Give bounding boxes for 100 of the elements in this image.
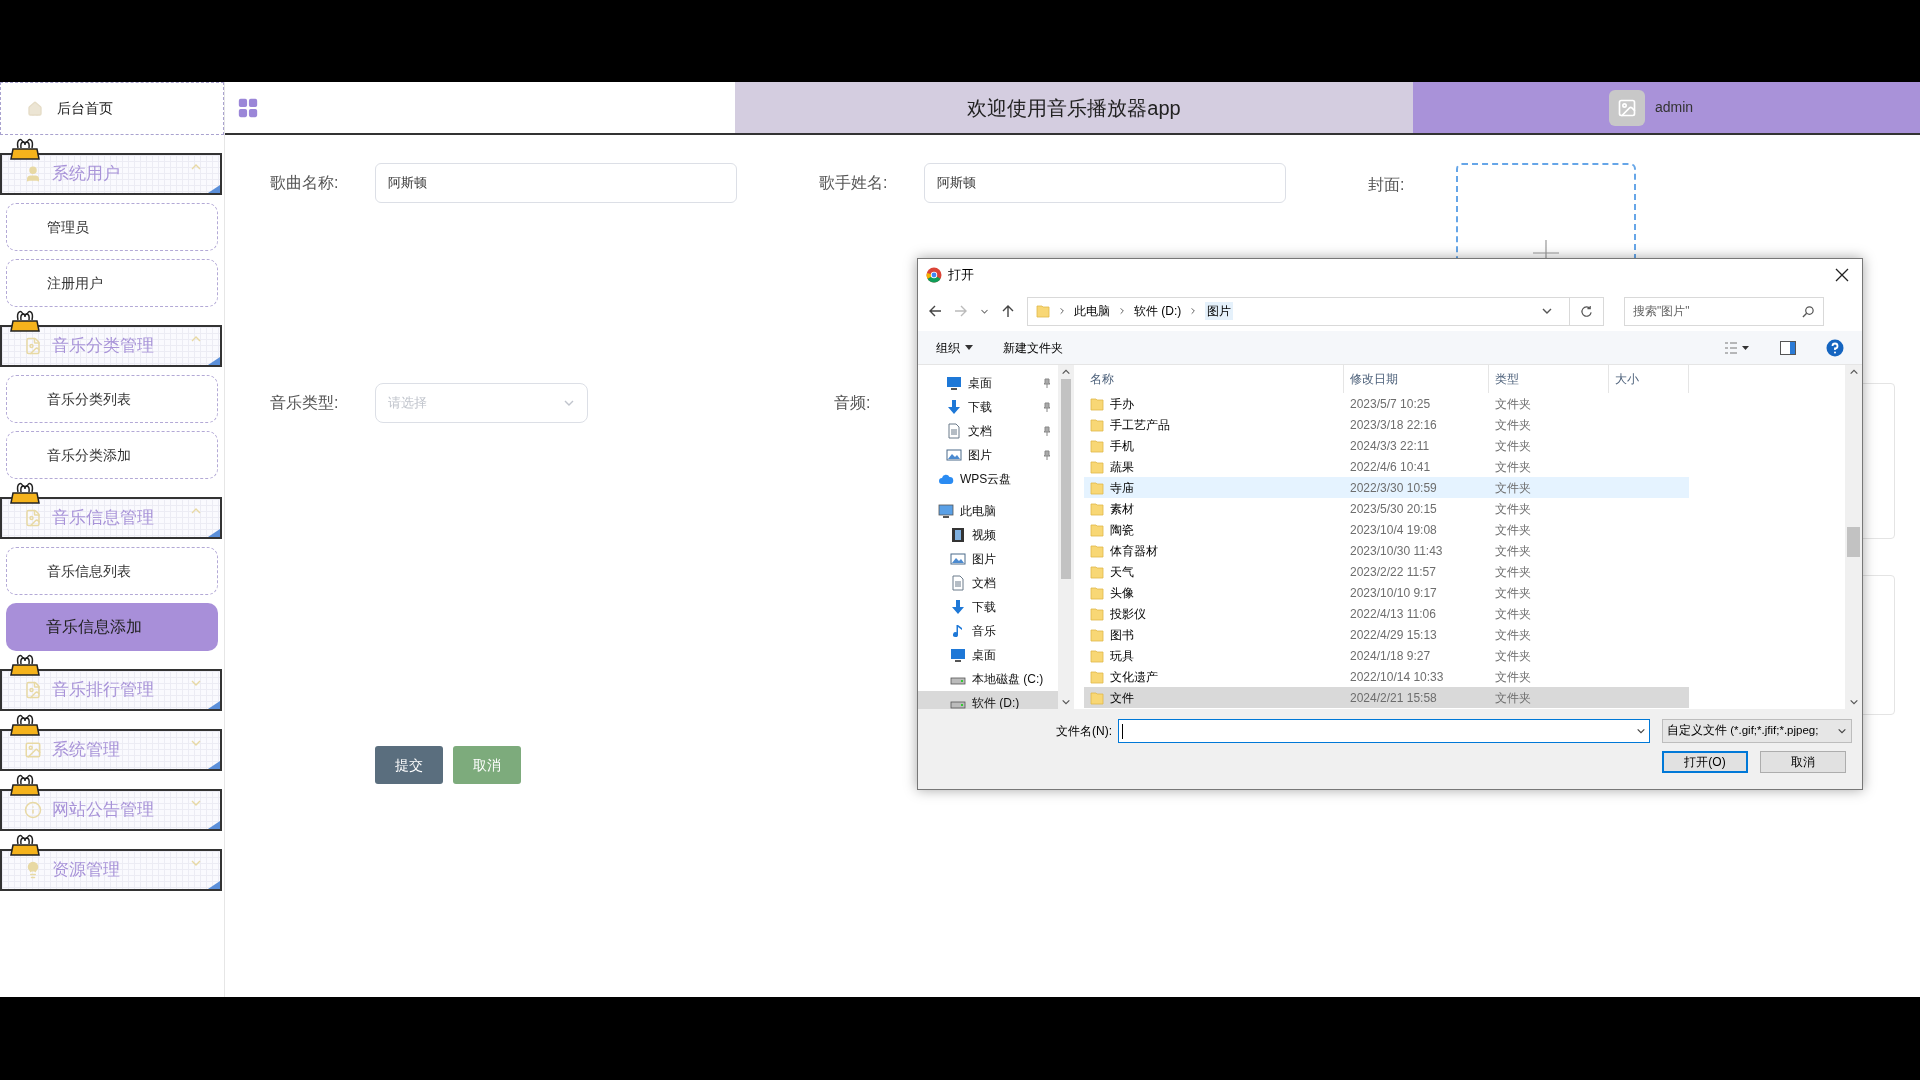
menu-icon — [24, 801, 42, 819]
nav-item[interactable]: 本地磁盘 (C:) — [918, 667, 1058, 691]
file-row[interactable]: 头像 2023/10/10 9:17 文件夹 — [1084, 582, 1689, 603]
nav-item[interactable]: 下载 — [918, 595, 1058, 619]
search-field[interactable]: 搜索"图片" — [1624, 296, 1824, 326]
scroll-up-icon[interactable] — [1848, 367, 1859, 377]
nav-item[interactable]: 视频 — [918, 523, 1058, 547]
file-name: 文化遗产 — [1110, 668, 1158, 686]
nav-item[interactable]: 图片 — [918, 547, 1058, 571]
organize-menu[interactable]: 组织 — [936, 338, 973, 357]
column-header[interactable]: 名称 — [1084, 365, 1344, 393]
file-row[interactable]: 陶瓷 2023/10/4 19:08 文件夹 — [1084, 519, 1689, 540]
file-row[interactable]: 投影仪 2022/4/13 11:06 文件夹 — [1084, 603, 1689, 624]
dialog-button[interactable]: 打开(O) — [1662, 751, 1748, 773]
nav-scrollbar[interactable] — [1058, 365, 1074, 709]
file-name: 文件 — [1110, 689, 1134, 707]
username: admin — [1655, 98, 1694, 117]
modified-date: 2022/4/29 15:13 — [1349, 626, 1438, 644]
menu-item[interactable]: 音乐分类添加 — [6, 431, 218, 479]
nav-item[interactable]: WPS云盘 — [918, 467, 1058, 491]
modified-date: 2022/4/6 10:41 — [1349, 458, 1432, 476]
download-arrow-icon — [946, 399, 962, 415]
menu-item[interactable]: 音乐分类列表 — [6, 375, 218, 423]
scrollbar-thumb[interactable] — [1847, 527, 1860, 557]
nav-item[interactable]: 软件 (D:) — [918, 691, 1058, 709]
file-row[interactable]: 体育器材 2023/10/30 11:43 文件夹 — [1084, 540, 1689, 561]
home-menu-item[interactable]: 后台首页 — [0, 82, 224, 135]
text-input[interactable]: 阿斯顿 — [375, 163, 737, 203]
modified-date: 2023/3/18 22:16 — [1349, 416, 1438, 434]
nav-label: 桌面 — [972, 647, 997, 664]
scroll-down-icon[interactable] — [1848, 697, 1859, 707]
binder-clip-icon — [10, 713, 40, 737]
breadcrumb[interactable]: 此电脑 — [1074, 302, 1110, 320]
menu-item[interactable]: 注册用户 — [6, 259, 218, 307]
menu-item[interactable]: 管理员 — [6, 203, 218, 251]
file-row[interactable]: 蔬果 2022/4/6 10:41 文件夹 — [1084, 456, 1689, 477]
dialog-button[interactable]: 取消 — [1760, 751, 1846, 773]
field-label: 歌曲名称: — [270, 173, 340, 193]
grid-menu-icon[interactable] — [237, 96, 259, 119]
menu-item[interactable]: 音乐信息添加 — [6, 603, 218, 651]
file-row[interactable]: 玩具 2024/1/18 9:27 文件夹 — [1084, 645, 1689, 666]
modified-date: 2022/3/30 10:59 — [1349, 479, 1438, 497]
nav-item[interactable]: 此电脑 — [918, 499, 1058, 523]
organize-label: 组织 — [936, 339, 960, 357]
nav-label: 此电脑 — [960, 503, 997, 520]
file-row[interactable]: 手工艺产品 2023/3/18 22:16 文件夹 — [1084, 414, 1689, 435]
file-row[interactable]: 天气 2023/2/22 11:57 文件夹 — [1084, 561, 1689, 582]
nav-item[interactable]: 下载 — [918, 395, 1058, 419]
nav-item[interactable]: 音乐 — [918, 619, 1058, 643]
view-options-icon[interactable] — [1724, 340, 1750, 355]
column-header[interactable]: 类型 — [1489, 365, 1609, 393]
column-header[interactable]: 大小 — [1609, 365, 1689, 393]
nav-label: 图片 — [972, 551, 997, 568]
nav-item[interactable]: 图片 — [918, 443, 1058, 467]
close-icon[interactable] — [1834, 267, 1850, 283]
folded-corner-icon — [208, 701, 220, 709]
modified-date: 2023/10/30 11:43 — [1349, 542, 1444, 560]
file-row[interactable]: 手办 2023/5/7 10:25 文件夹 — [1084, 393, 1689, 414]
breadcrumb[interactable]: 软件 (D:) — [1134, 302, 1182, 320]
folder-icon — [1090, 669, 1104, 684]
scroll-up-icon[interactable] — [1061, 367, 1071, 377]
refresh-icon — [1580, 304, 1593, 318]
back-arrow-icon[interactable] — [928, 304, 942, 318]
file-row[interactable]: 文件 2024/2/21 15:58 文件夹 — [1084, 687, 1689, 708]
up-arrow-icon[interactable] — [1001, 304, 1015, 318]
file-type-dropdown[interactable]: 自定义文件 (*.gif;*.jfif;*.pjpeg; — [1662, 719, 1852, 743]
file-name: 手机 — [1110, 437, 1134, 455]
nav-item[interactable]: 桌面 — [918, 643, 1058, 667]
folded-corner-icon — [208, 761, 220, 769]
avatar-icon[interactable] — [1609, 89, 1645, 126]
file-row[interactable]: 图书 2022/4/29 15:13 文件夹 — [1084, 624, 1689, 645]
file-type: 文件夹 — [1494, 521, 1532, 539]
browser-logo-icon — [926, 267, 942, 283]
filename-label: 文件名(N): — [1056, 723, 1112, 740]
column-header[interactable]: 修改日期 — [1344, 365, 1489, 393]
menu-item[interactable]: 音乐信息列表 — [6, 547, 218, 595]
nav-item[interactable]: 文档 — [918, 571, 1058, 595]
filename-input[interactable] — [1118, 719, 1650, 743]
scroll-down-icon[interactable] — [1061, 697, 1071, 707]
folder-icon — [1090, 417, 1104, 432]
help-icon[interactable] — [1826, 338, 1844, 357]
scrollbar-thumb[interactable] — [1061, 379, 1071, 579]
breadcrumb[interactable]: 图片 — [1205, 302, 1234, 320]
file-type: 文件夹 — [1494, 500, 1532, 518]
file-row[interactable]: 素材 2023/5/30 20:15 文件夹 — [1084, 498, 1689, 519]
new-folder-button[interactable]: 新建文件夹 — [1003, 338, 1063, 357]
file-type: 文件夹 — [1494, 416, 1532, 434]
nav-item[interactable]: 文档 — [918, 419, 1058, 443]
submit-button[interactable]: 提交 — [375, 746, 443, 784]
select-placeholder: 请选择 — [388, 394, 427, 413]
field-label: 封面: — [1368, 175, 1406, 195]
preview-pane-icon[interactable] — [1780, 340, 1796, 355]
file-name: 投影仪 — [1110, 605, 1146, 623]
file-row[interactable]: 寺庙 2022/3/30 10:59 文件夹 — [1084, 477, 1689, 498]
nav-item[interactable]: 桌面 — [918, 371, 1058, 395]
file-row[interactable]: 文化遗产 2022/10/14 10:33 文件夹 — [1084, 666, 1689, 687]
address-bar[interactable]: 此电脑 软件 (D:) 图片 — [1027, 296, 1604, 326]
text-input[interactable]: 阿斯顿 — [924, 163, 1286, 203]
file-list-scrollbar[interactable] — [1845, 365, 1862, 709]
file-row[interactable]: 手机 2024/3/3 22:11 文件夹 — [1084, 435, 1689, 456]
